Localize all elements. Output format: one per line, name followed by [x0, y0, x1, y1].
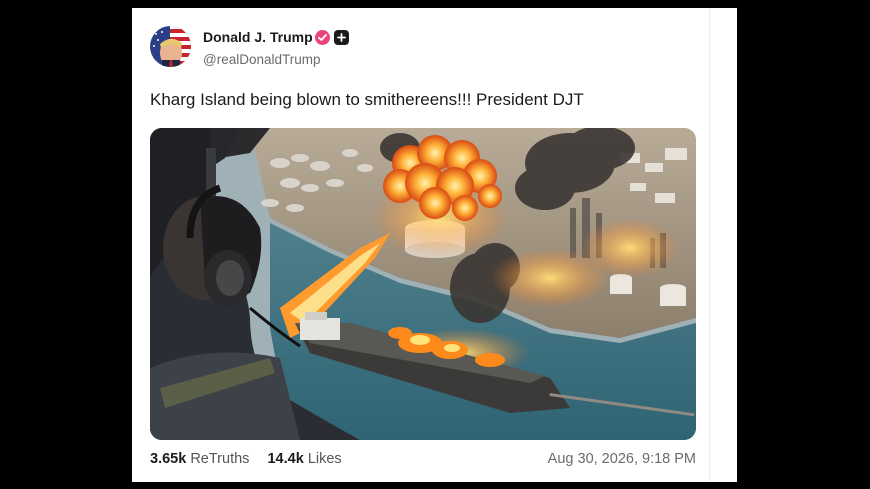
post-timestamp[interactable]: Aug 30, 2026, 9:18 PM: [548, 451, 696, 467]
avatar[interactable]: [150, 26, 191, 67]
post-image[interactable]: [150, 128, 696, 440]
engagement-stats: 3.65k ReTruths 14.4k Likes: [150, 451, 342, 467]
plus-badge-icon: [334, 30, 349, 45]
divider: [709, 8, 710, 482]
likes-label[interactable]: Likes: [308, 451, 342, 467]
verified-badge-icon: [315, 30, 330, 45]
likes-count[interactable]: 14.4k: [267, 451, 303, 467]
author-handle[interactable]: @realDonaldTrump: [203, 52, 321, 67]
retruths-label[interactable]: ReTruths: [190, 451, 249, 467]
post-text: Kharg Island being blown to smithereens!…: [150, 90, 584, 109]
author-name[interactable]: Donald J. Trump: [203, 29, 313, 45]
post-card: Donald J. Trump @realDonaldTrump Kharg I…: [132, 8, 737, 482]
retruths-count[interactable]: 3.65k: [150, 451, 186, 467]
